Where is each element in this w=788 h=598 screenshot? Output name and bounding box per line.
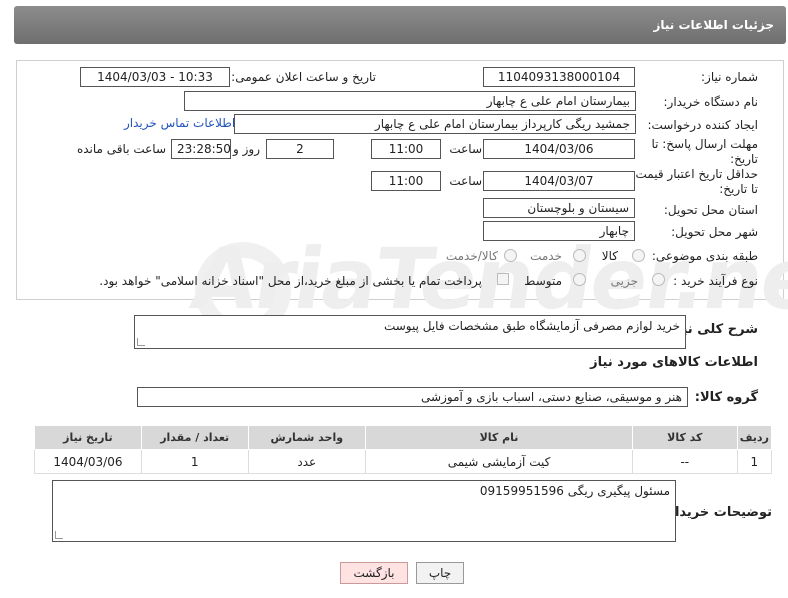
- category-option-goods-service: کالا/خدمت: [445, 249, 498, 263]
- deadline-date-field: 1404/03/06: [483, 139, 635, 159]
- table-cell: عدد: [247, 449, 367, 474]
- deadline-time-field: 11:00: [371, 139, 441, 159]
- announce-date-label: تاریخ و ساعت اعلان عمومی:: [231, 70, 376, 84]
- goods-group-field: هنر و موسیقی، صنایع دستی، اسباب بازی و آ…: [137, 387, 688, 407]
- table-header-row: ردیف کد کالا نام کالا واحد شمارش تعداد /…: [34, 425, 773, 450]
- creator-field: جمشید ریگی کارپرداز بیمارستان امام علی ع…: [234, 114, 636, 134]
- goods-section-title: اطلاعات کالاهای مورد نیاز: [590, 355, 758, 370]
- category-radio-goods-service[interactable]: [504, 249, 517, 262]
- buyer-org-label: نام دستگاه خریدار:: [663, 95, 759, 109]
- buyer-org-field: بیمارستان امام علی ع چابهار: [184, 91, 636, 111]
- process-radio-medium[interactable]: [573, 273, 586, 286]
- back-button[interactable]: بازگشت: [340, 562, 408, 584]
- city-field: چابهار: [483, 221, 635, 241]
- announce-date-field: 1404/03/03 - 10:33: [80, 67, 230, 87]
- city-label: شهر محل تحویل:: [671, 225, 758, 239]
- buyer-notes-textarea: مسئول پیگیری ریگی 09159951596: [52, 480, 676, 542]
- deadline-label-2: تاریخ:: [730, 152, 758, 166]
- table-row: 1 -- کیت آزمایشی شیمی عدد 1 1404/03/06: [34, 449, 773, 474]
- days-label: روز و: [233, 142, 260, 156]
- buyer-contact-link[interactable]: اطلاعات تماس خریدار: [124, 116, 235, 130]
- page-title: جزئیات اطلاعات نیاز: [14, 6, 786, 44]
- goods-table: ردیف کد کالا نام کالا واحد شمارش تعداد /…: [34, 425, 773, 474]
- buyer-notes-label: توضیحات خریدار:: [662, 505, 772, 520]
- validity-time-field: 11:00: [371, 171, 441, 191]
- need-number-field: 1104093138000104: [483, 67, 635, 87]
- process-option-minor: جزیی: [610, 274, 638, 288]
- process-label: نوع فرآیند خرید :: [673, 274, 758, 288]
- description-textarea: خرید لوازم مصرفی آزمایشگاه طبق مشخصات فا…: [134, 315, 686, 349]
- province-field: سیستان و بلوچستان: [483, 198, 635, 218]
- table-cell: 1404/03/06: [34, 449, 142, 474]
- column-header: تعداد / مقدار: [140, 425, 249, 450]
- creator-label: ایجاد کننده درخواست:: [647, 118, 758, 132]
- process-option-medium: متوسط: [524, 274, 562, 288]
- print-button[interactable]: چاپ: [416, 562, 464, 584]
- description-text: خرید لوازم مصرفی آزمایشگاه طبق مشخصات فا…: [383, 319, 680, 333]
- goods-group-label: گروه کالا:: [694, 390, 758, 405]
- table-cell: کیت آزمایشی شیمی: [365, 449, 633, 474]
- category-label: طبقه بندی موضوعی:: [651, 249, 758, 263]
- need-number-label: شماره نیاز:: [701, 70, 758, 84]
- column-header: تاریخ نیاز: [34, 425, 142, 450]
- province-label: استان محل تحویل:: [663, 203, 758, 217]
- remaining-time-field: 23:28:50: [171, 139, 231, 159]
- category-radio-goods[interactable]: [632, 249, 645, 262]
- deadline-label-1: مهلت ارسال پاسخ: تا: [651, 137, 758, 151]
- treasury-payment-checkbox[interactable]: [497, 273, 509, 285]
- validity-label-1: حداقل تاریخ اعتبار قیمت:: [631, 167, 758, 181]
- validity-hour-label: ساعت: [449, 174, 482, 188]
- table-cell: 1: [736, 449, 773, 474]
- column-header: ردیف: [736, 425, 773, 450]
- resize-handle-icon[interactable]: [137, 338, 145, 346]
- column-header: نام کالا: [365, 425, 633, 450]
- remaining-label: ساعت باقی مانده: [76, 142, 166, 156]
- column-header: کد کالا: [631, 425, 738, 450]
- deadline-hour-label: ساعت: [449, 142, 482, 156]
- category-option-service: خدمت: [530, 249, 562, 263]
- category-option-goods: کالا: [601, 249, 618, 263]
- column-header: واحد شمارش: [247, 425, 367, 450]
- table-cell: 1: [140, 449, 249, 474]
- days-field: 2: [266, 139, 334, 159]
- treasury-payment-note: پرداخت تمام یا بخشی از مبلغ خرید،از محل …: [99, 274, 482, 288]
- validity-date-field: 1404/03/07: [483, 171, 635, 191]
- buyer-notes-text: مسئول پیگیری ریگی 09159951596: [479, 484, 670, 498]
- process-radio-minor[interactable]: [652, 273, 665, 286]
- resize-handle-icon[interactable]: [55, 531, 63, 539]
- category-radio-service[interactable]: [573, 249, 586, 262]
- validity-label-2: تا تاریخ:: [719, 182, 758, 196]
- table-cell: --: [631, 449, 738, 474]
